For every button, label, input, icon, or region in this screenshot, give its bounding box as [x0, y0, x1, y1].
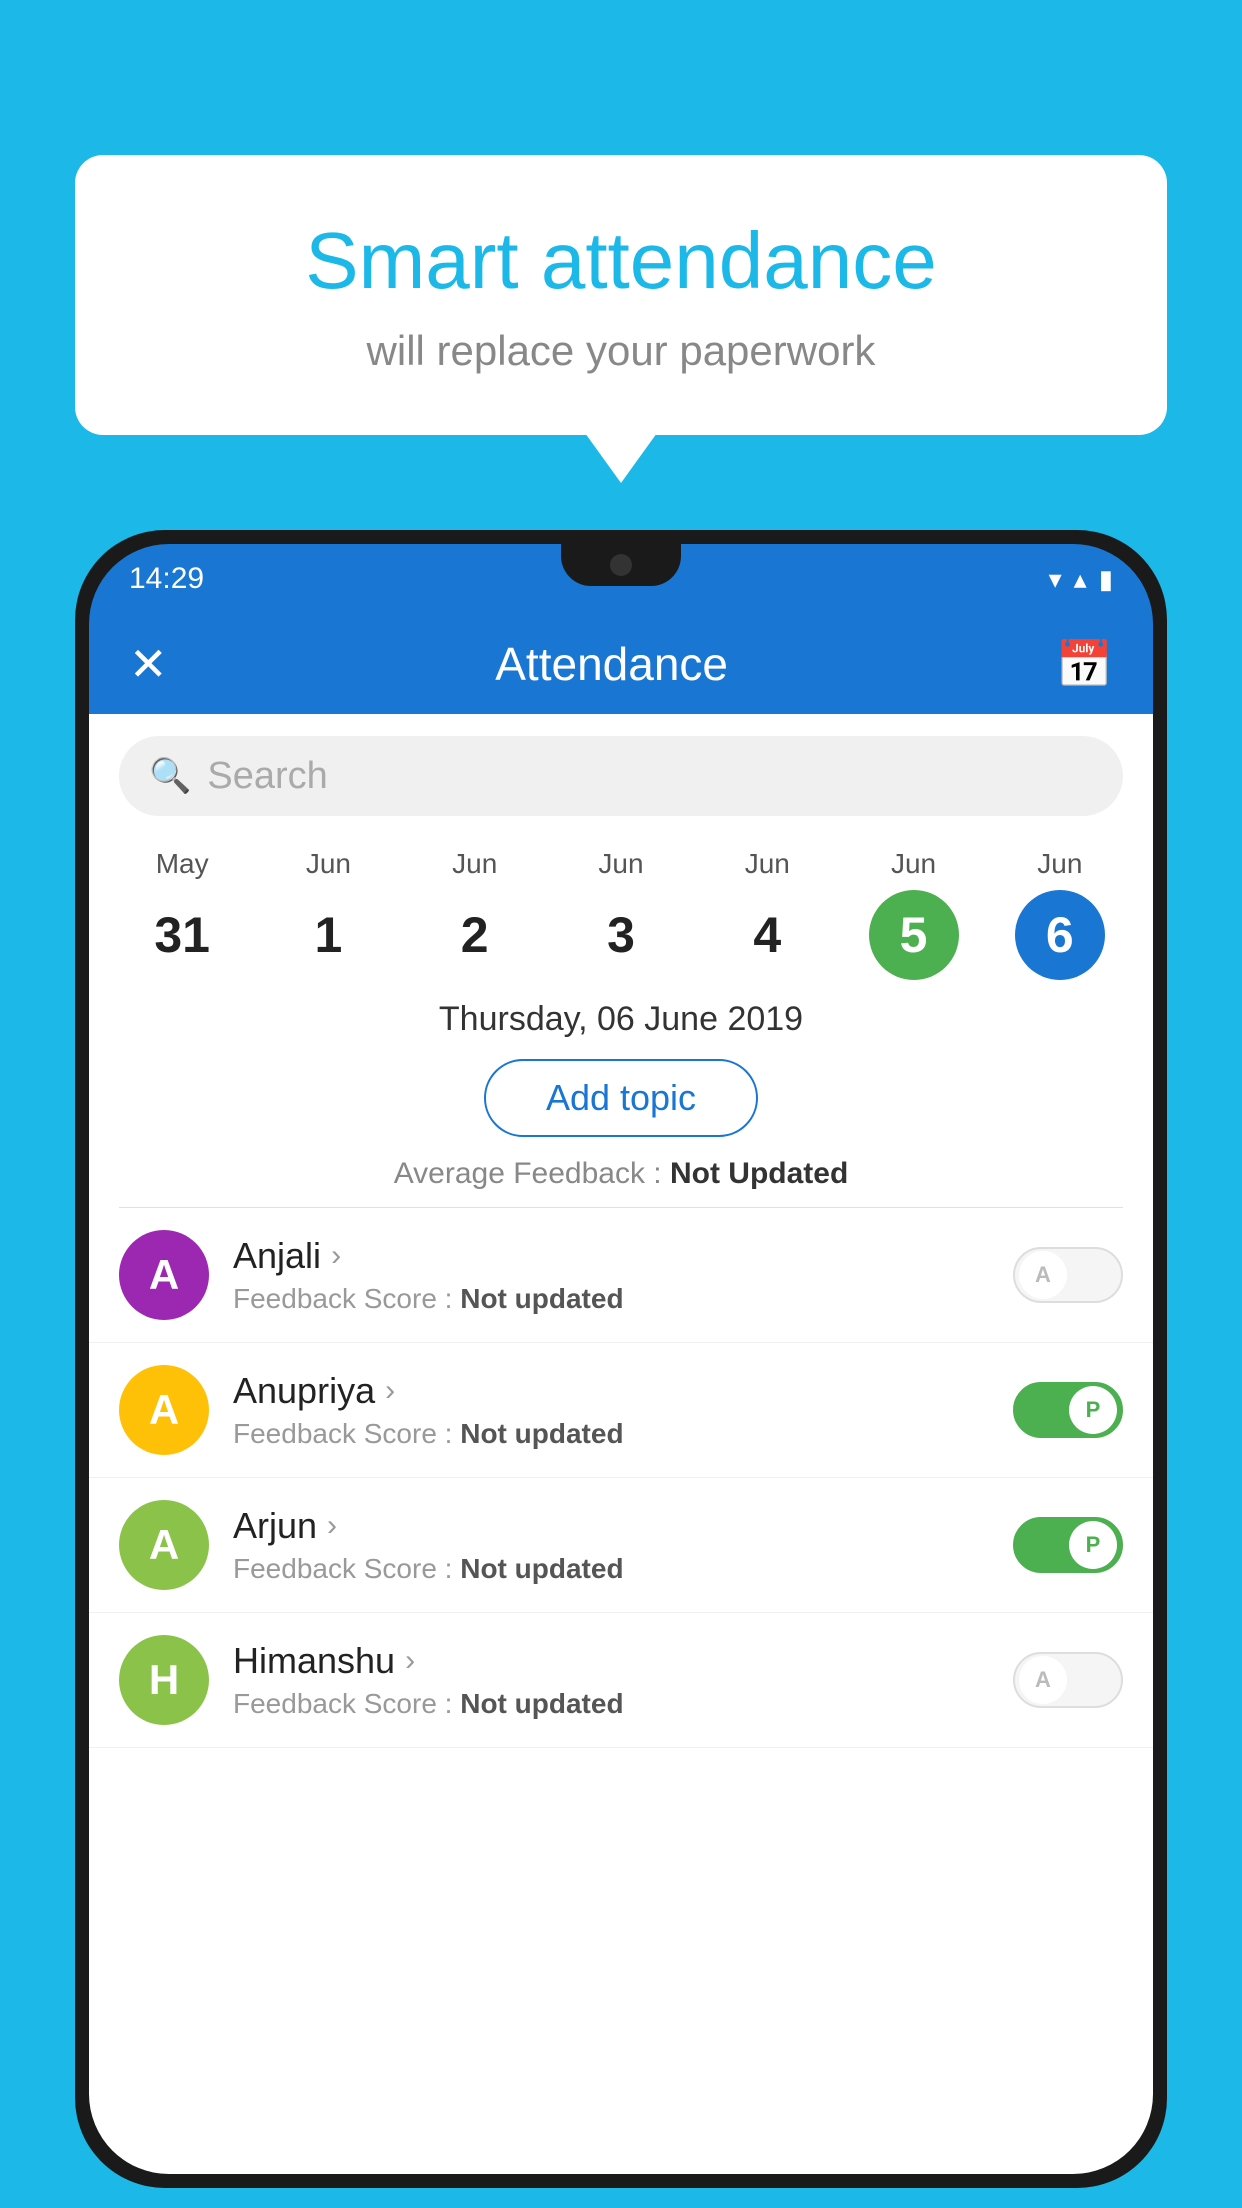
attendance-toggle-container[interactable]: P: [1013, 1517, 1123, 1573]
attendance-toggle[interactable]: A: [1013, 1652, 1123, 1708]
speech-bubble-container: Smart attendance will replace your paper…: [75, 155, 1167, 435]
student-feedback: Feedback Score : Not updated: [233, 1418, 1013, 1450]
student-name: Anjali ›: [233, 1235, 1013, 1277]
date-item[interactable]: May 31: [132, 848, 232, 980]
date-month: Jun: [1037, 848, 1082, 880]
phone-frame: 14:29 ▾ ▴ ▮ ✕ Attendance 📅 🔍 Search May 3…: [75, 530, 1167, 2188]
date-item[interactable]: Jun 4: [717, 848, 817, 980]
date-month: Jun: [452, 848, 497, 880]
attendance-toggle[interactable]: P: [1013, 1382, 1123, 1438]
wifi-icon: ▾: [1049, 564, 1062, 595]
student-info: Anjali › Feedback Score : Not updated: [233, 1235, 1013, 1315]
date-row: May 31 Jun 1 Jun 2 Jun 3 Jun 4 Jun 5 Jun 6: [89, 838, 1153, 980]
status-icons: ▾ ▴ ▮: [1049, 564, 1113, 595]
date-number: 3: [576, 890, 666, 980]
date-number: 31: [137, 890, 227, 980]
attendance-toggle-container[interactable]: A: [1013, 1652, 1123, 1708]
student-feedback: Feedback Score : Not updated: [233, 1553, 1013, 1585]
close-icon[interactable]: ✕: [129, 637, 168, 691]
student-list: AAnjali ›Feedback Score : Not updatedAAA…: [89, 1208, 1153, 1748]
date-item[interactable]: Jun 5: [864, 848, 964, 980]
toggle-knob: A: [1019, 1251, 1067, 1299]
app-bar: ✕ Attendance 📅: [89, 614, 1153, 714]
student-row[interactable]: A Anupriya › Feedback Score : Not updated P: [89, 1343, 1153, 1478]
calendar-icon[interactable]: 📅: [1056, 637, 1113, 692]
app-content: 🔍 Search May 31 Jun 1 Jun 2 Jun 3 Jun 4 Jun 5 Jun 6 T…: [89, 714, 1153, 2174]
notch: [561, 544, 681, 586]
student-avatar: A: [119, 1230, 209, 1320]
toggle-knob: P: [1069, 1521, 1117, 1569]
student-avatar: H: [119, 1635, 209, 1725]
attendance-toggle[interactable]: A: [1013, 1247, 1123, 1303]
toggle-knob: A: [1019, 1656, 1067, 1704]
selected-date-label: Thursday, 06 June 2019: [89, 980, 1153, 1049]
date-number: 5: [869, 890, 959, 980]
student-row[interactable]: A Arjun › Feedback Score : Not updated P: [89, 1478, 1153, 1613]
date-item[interactable]: Jun 1: [278, 848, 378, 980]
chevron-icon: ›: [385, 1374, 395, 1408]
student-avatar: A: [119, 1365, 209, 1455]
attendance-toggle[interactable]: P: [1013, 1517, 1123, 1573]
date-item[interactable]: Jun 2: [425, 848, 525, 980]
date-item[interactable]: Jun 3: [571, 848, 671, 980]
search-icon: 🔍: [149, 756, 191, 796]
camera: [610, 554, 632, 576]
student-info: Himanshu › Feedback Score : Not updated: [233, 1640, 1013, 1720]
student-feedback: Feedback Score : Not updated: [233, 1688, 1013, 1720]
date-number: 1: [283, 890, 373, 980]
student-row[interactable]: AAnjali ›Feedback Score : Not updatedA: [89, 1208, 1153, 1343]
student-avatar: A: [119, 1500, 209, 1590]
date-number: 4: [722, 890, 812, 980]
student-name: Arjun ›: [233, 1505, 1013, 1547]
search-placeholder: Search: [207, 755, 327, 798]
avg-feedback-label: Average Feedback :: [394, 1157, 670, 1190]
date-month: May: [156, 848, 209, 880]
search-bar[interactable]: 🔍 Search: [119, 736, 1123, 816]
date-month: Jun: [306, 848, 351, 880]
date-month: Jun: [598, 848, 643, 880]
student-row[interactable]: H Himanshu › Feedback Score : Not updatedA: [89, 1613, 1153, 1748]
speech-bubble: Smart attendance will replace your paper…: [75, 155, 1167, 435]
battery-icon: ▮: [1099, 564, 1113, 595]
phone-inner: 14:29 ▾ ▴ ▮ ✕ Attendance 📅 🔍 Search May 3…: [89, 544, 1153, 2174]
bubble-subtitle: will replace your paperwork: [155, 327, 1087, 375]
add-topic-button[interactable]: Add topic: [484, 1059, 758, 1137]
app-bar-title: Attendance: [495, 637, 728, 691]
date-number: 6: [1015, 890, 1105, 980]
chevron-icon: ›: [331, 1239, 341, 1273]
date-number: 2: [430, 890, 520, 980]
status-bar: 14:29 ▾ ▴ ▮: [89, 544, 1153, 614]
avg-feedback: Average Feedback : Not Updated: [89, 1147, 1153, 1207]
chevron-icon: ›: [405, 1644, 415, 1678]
date-month: Jun: [891, 848, 936, 880]
date-item[interactable]: Jun 6: [1010, 848, 1110, 980]
attendance-toggle-container[interactable]: P: [1013, 1382, 1123, 1438]
bubble-title: Smart attendance: [155, 215, 1087, 307]
student-info: Anupriya › Feedback Score : Not updated: [233, 1370, 1013, 1450]
chevron-icon: ›: [327, 1509, 337, 1543]
toggle-knob: P: [1069, 1386, 1117, 1434]
date-month: Jun: [745, 848, 790, 880]
student-name: Himanshu ›: [233, 1640, 1013, 1682]
student-feedback: Feedback Score : Not updated: [233, 1283, 1013, 1315]
student-name: Anupriya ›: [233, 1370, 1013, 1412]
signal-icon: ▴: [1074, 564, 1087, 595]
status-time: 14:29: [129, 562, 204, 596]
attendance-toggle-container[interactable]: A: [1013, 1247, 1123, 1303]
avg-feedback-value: Not Updated: [670, 1157, 848, 1190]
student-info: Arjun › Feedback Score : Not updated: [233, 1505, 1013, 1585]
